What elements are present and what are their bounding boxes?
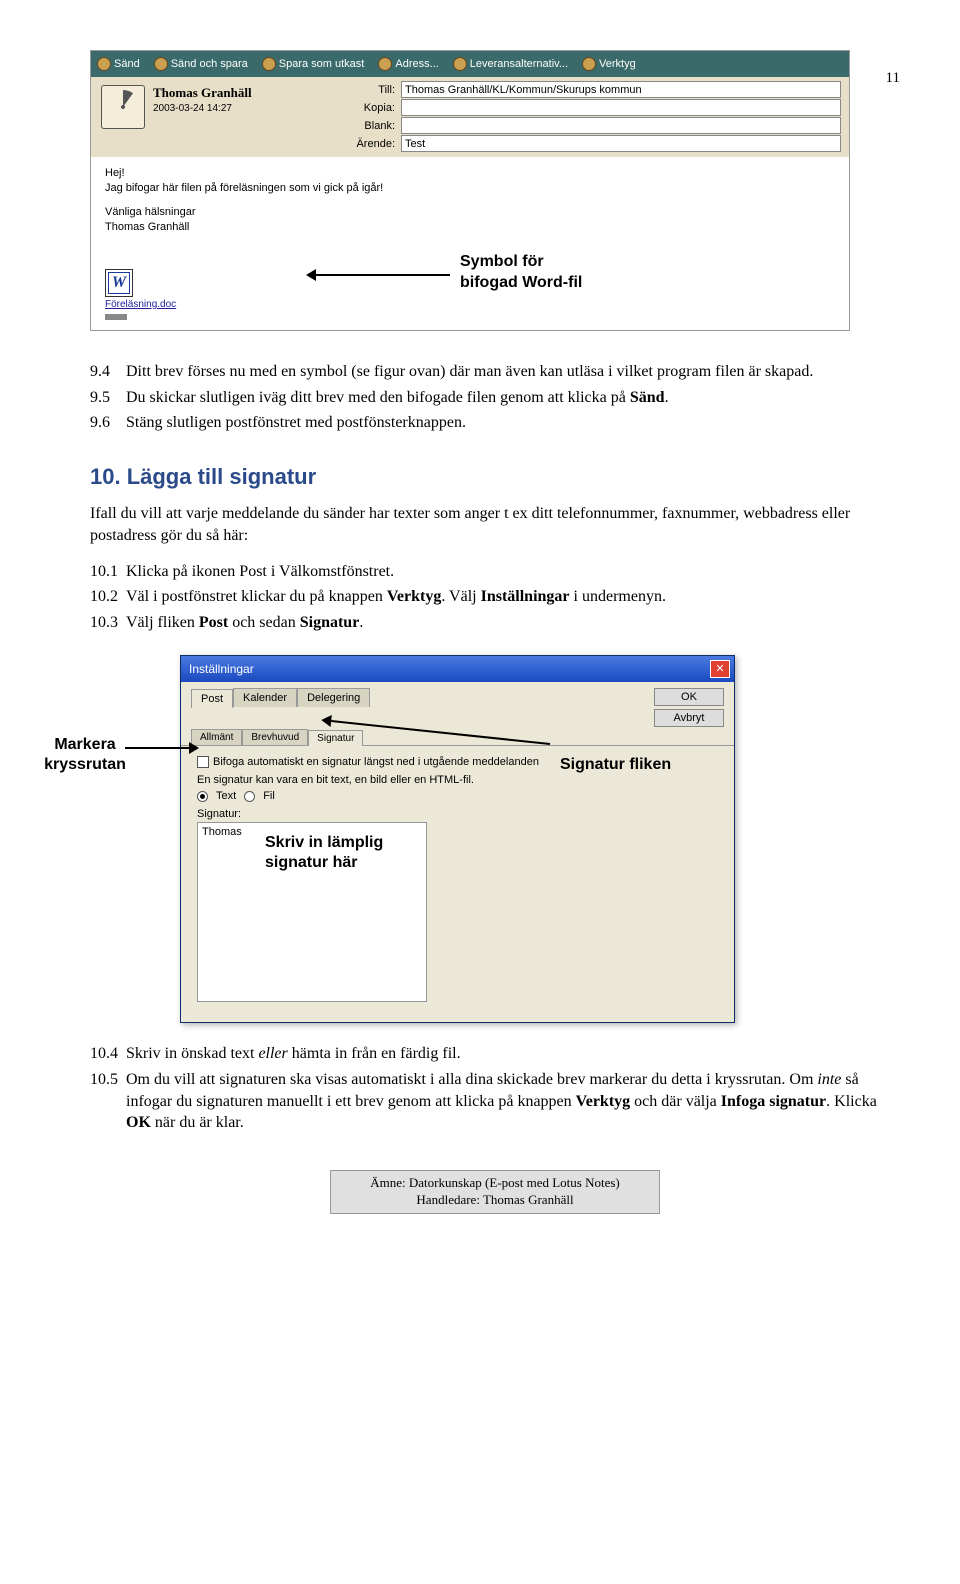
body-line: Thomas Granhäll — [105, 221, 835, 233]
document-body-lower: 10.4Skriv in önskad text eller hämta in … — [90, 1043, 900, 1133]
dialog-content: Bifoga automatiskt en signatur längst ne… — [181, 746, 734, 1022]
callout-word-symbol: Symbol för bifogad Word-fil — [460, 252, 582, 294]
callout-line: Symbol för — [460, 252, 582, 273]
radio-fil[interactable] — [244, 791, 255, 802]
footer-line: Ämne: Datorkunskap (E-post med Lotus Not… — [339, 1175, 651, 1192]
recipient-fields: Till: Kopia: Blank: Ärende: — [351, 77, 849, 157]
delivery-label: Leveransalternativ... — [470, 58, 568, 70]
delivery-button[interactable]: Leveransalternativ... — [453, 57, 568, 71]
save-draft-label: Spara som utkast — [279, 58, 365, 70]
radio-text[interactable] — [197, 791, 208, 802]
sender-block: Thomas Granhäll 2003-03-24 14:27 — [91, 77, 351, 157]
callout-line: Skriv in lämplig — [265, 833, 383, 853]
auto-signature-checkbox[interactable] — [197, 756, 209, 768]
delivery-icon — [453, 57, 467, 71]
callout-line: Markera — [30, 735, 140, 755]
send-button[interactable]: Sänd — [97, 57, 140, 71]
callout-skriv: Skriv in lämplig signatur här — [265, 833, 383, 873]
to-field[interactable] — [401, 81, 841, 98]
to-label[interactable]: Till: — [351, 84, 395, 96]
list-num: 9.6 — [90, 412, 126, 434]
list-text: Om du vill att signaturen ska visas auto… — [126, 1069, 900, 1134]
email-body[interactable]: Hej! Jag bifogar här filen på föreläsnin… — [91, 157, 849, 330]
tools-label: Verktyg — [599, 58, 636, 70]
settings-dialog: Inställningar ✕ Post Kalender Delegering… — [180, 655, 735, 1023]
caret-line — [105, 314, 127, 320]
send-save-icon — [154, 57, 168, 71]
arrow-icon — [310, 274, 450, 276]
send-label: Sänd — [114, 58, 140, 70]
bcc-label[interactable]: Blank: — [351, 120, 395, 132]
list-text: Väl i postfönstret klickar du på knappen… — [126, 586, 666, 608]
signature-desc: En signatur kan vara en bit text, en bil… — [197, 774, 718, 786]
subject-field[interactable] — [401, 135, 841, 152]
sender-date: 2003-03-24 14:27 — [153, 103, 252, 114]
address-button[interactable]: Adress... — [378, 57, 438, 71]
send-icon — [97, 57, 111, 71]
outer-tabs: Post Kalender Delegering — [191, 688, 370, 707]
radio-text-label: Text — [216, 790, 236, 802]
tab-brevhuvud[interactable]: Brevhuvud — [242, 729, 308, 745]
cc-field[interactable] — [401, 99, 841, 116]
list-text: Skriv in önskad text eller hämta in från… — [126, 1043, 461, 1065]
list-text: Ditt brev förses nu med en symbol (se fi… — [126, 361, 813, 383]
attachment-filename[interactable]: Föreläsning.doc — [105, 299, 176, 310]
dialog-title: Inställningar — [189, 662, 254, 676]
sender-avatar-icon — [101, 85, 145, 129]
save-draft-button[interactable]: Spara som utkast — [262, 57, 365, 71]
callout-markera: Markera kryssrutan — [30, 735, 140, 775]
list-text: Du skickar slutligen iväg ditt brev med … — [126, 387, 669, 409]
word-attachment-icon[interactable]: W — [105, 269, 133, 297]
cancel-button[interactable]: Avbryt — [654, 709, 724, 727]
address-label: Adress... — [395, 58, 438, 70]
list-text: Välj fliken Post och sedan Signatur. — [126, 612, 363, 634]
callout-line: kryssrutan — [30, 755, 140, 775]
bcc-field[interactable] — [401, 117, 841, 134]
address-icon — [378, 57, 392, 71]
ok-button[interactable]: OK — [654, 688, 724, 706]
tab-kalender[interactable]: Kalender — [233, 688, 297, 707]
email-toolbar: Sänd Sänd och spara Spara som utkast Adr… — [91, 51, 849, 77]
callout-line: signatur här — [265, 853, 383, 873]
sender-name: Thomas Granhäll — [153, 85, 252, 101]
tab-post[interactable]: Post — [191, 689, 233, 708]
email-header: Thomas Granhäll 2003-03-24 14:27 Till: K… — [91, 77, 849, 157]
tab-signatur[interactable]: Signatur — [308, 730, 363, 746]
close-icon[interactable]: ✕ — [710, 660, 730, 678]
subject-label: Ärende: — [351, 138, 395, 150]
list-num: 9.5 — [90, 387, 126, 409]
footer-line: Handledare: Thomas Granhäll — [339, 1192, 651, 1209]
body-line: Jag bifogar här filen på föreläsningen s… — [105, 182, 835, 194]
arrow-icon — [125, 747, 195, 749]
tools-button[interactable]: Verktyg — [582, 57, 636, 71]
document-body: 9.4Ditt brev förses nu med en symbol (se… — [90, 361, 900, 633]
cc-label[interactable]: Kopia: — [351, 102, 395, 114]
tab-delegering[interactable]: Delegering — [297, 688, 370, 707]
send-save-button[interactable]: Sänd och spara — [154, 57, 248, 71]
page-footer: Ämne: Datorkunskap (E-post med Lotus Not… — [330, 1170, 660, 1214]
tools-icon — [582, 57, 596, 71]
list-num: 10.1 — [90, 561, 126, 583]
draft-icon — [262, 57, 276, 71]
intro-10: Ifall du vill att varje meddelande du sä… — [90, 503, 900, 546]
list-num: 10.4 — [90, 1043, 126, 1065]
checkbox-label: Bifoga automatiskt en signatur längst ne… — [213, 756, 539, 768]
inner-tabs: Allmänt Brevhuvud Signatur — [181, 729, 734, 746]
list-num: 10.2 — [90, 586, 126, 608]
radio-fil-label: Fil — [263, 790, 275, 802]
heading-10: 10. Lägga till signatur — [90, 462, 900, 492]
list-num: 9.4 — [90, 361, 126, 383]
dialog-titlebar: Inställningar ✕ — [181, 656, 734, 682]
callout-sigflik: Signatur fliken — [560, 755, 671, 775]
callout-line: bifogad Word-fil — [460, 273, 582, 294]
signature-label: Signatur: — [197, 808, 718, 820]
list-text: Klicka på ikonen Post i Välkomstfönstret… — [126, 561, 394, 583]
list-text: Stäng slutligen postfönstret med postfön… — [126, 412, 466, 434]
send-save-label: Sänd och spara — [171, 58, 248, 70]
body-line: Vänliga hälsningar — [105, 206, 835, 218]
body-line: Hej! — [105, 167, 835, 179]
list-num: 10.3 — [90, 612, 126, 634]
list-num: 10.5 — [90, 1069, 126, 1134]
